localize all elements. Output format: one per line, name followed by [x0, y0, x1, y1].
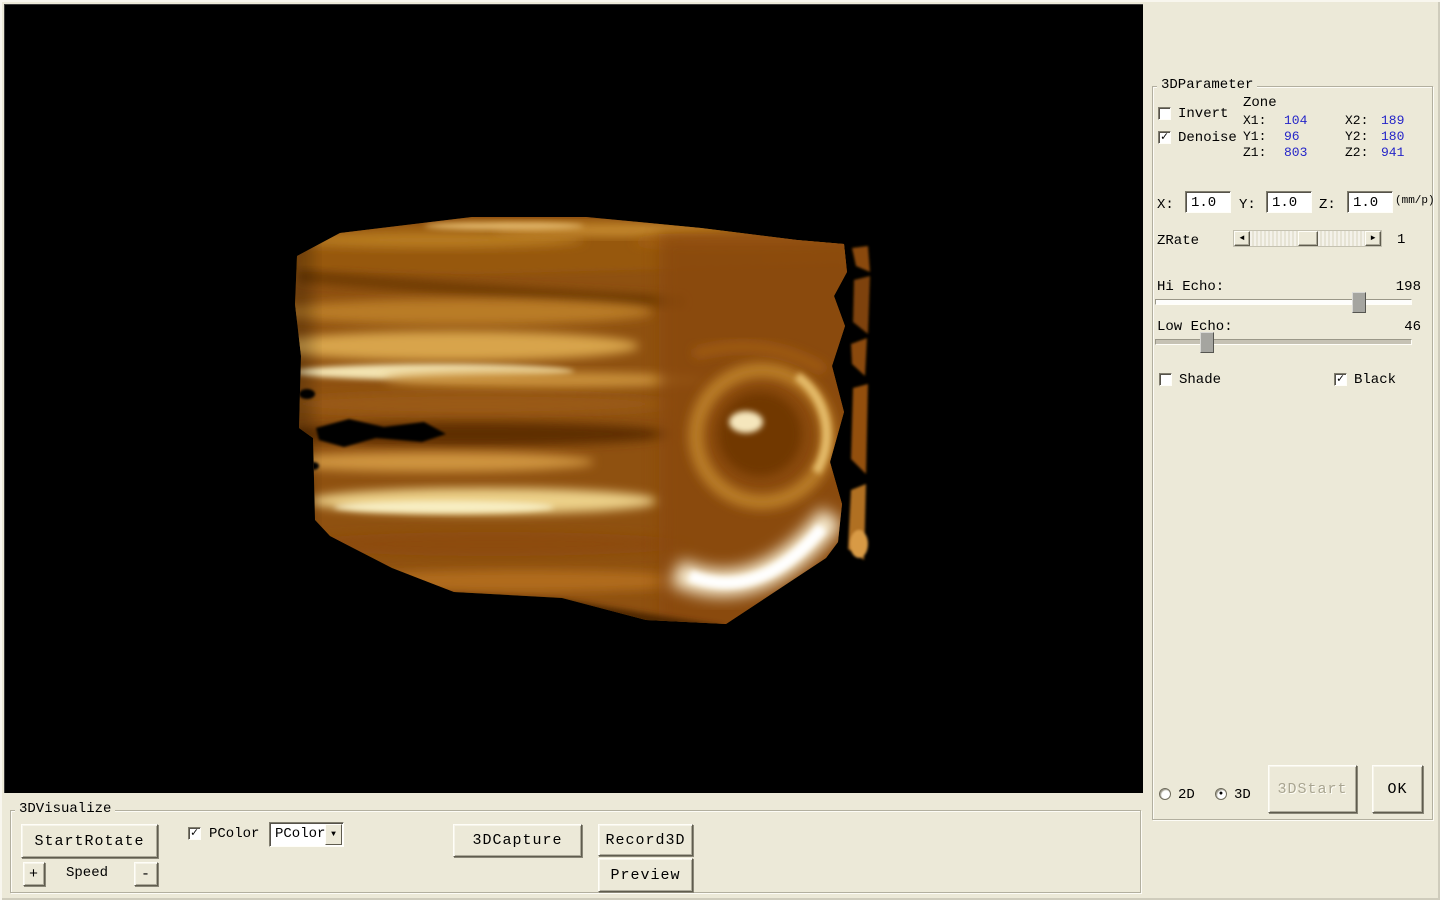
- scale-z-input[interactable]: [1347, 191, 1393, 213]
- black-checkbox[interactable]: ✓: [1334, 373, 1347, 386]
- scale-y-label: Y:: [1239, 197, 1256, 213]
- zone-y2-value: 180: [1381, 129, 1404, 144]
- start-3d-button[interactable]: 3DStart: [1268, 765, 1357, 813]
- zone-z1-value: 803: [1284, 145, 1307, 160]
- mode-2d-label: 2D: [1178, 787, 1195, 803]
- parameter-group-title: 3DParameter: [1157, 77, 1257, 93]
- zone-x2-value: 189: [1381, 113, 1404, 128]
- hi-echo-slider-track[interactable]: [1155, 299, 1412, 305]
- parameter-groupbox: 3DParameter Invert ✓ Denoise Zone X1: 10…: [1152, 86, 1433, 820]
- scale-y-input[interactable]: [1266, 191, 1312, 213]
- denoise-checkbox[interactable]: ✓: [1158, 131, 1171, 144]
- mode-2d-radio[interactable]: [1159, 788, 1171, 800]
- shade-label: Shade: [1179, 372, 1221, 388]
- scale-unit-label: (mm/p): [1395, 195, 1435, 207]
- pcolor-select[interactable]: PColor ▼: [269, 822, 344, 847]
- scale-x-input[interactable]: [1185, 191, 1231, 213]
- low-echo-slider-thumb[interactable]: [1200, 332, 1214, 353]
- zrate-scrollbar-thumb[interactable]: [1298, 231, 1318, 246]
- zone-x2-label: X2:: [1345, 113, 1368, 128]
- shade-checkbox[interactable]: [1159, 373, 1172, 386]
- invert-label: Invert: [1178, 106, 1228, 122]
- speed-minus-button[interactable]: -: [134, 862, 158, 886]
- zrate-value: 1: [1397, 232, 1405, 248]
- visualize-groupbox: 3DVisualize StartRotate + Speed - ✓ PCol…: [10, 810, 1141, 893]
- pcolor-select-value: PColor: [275, 826, 325, 842]
- invert-checkbox[interactable]: [1158, 107, 1171, 120]
- zone-y2-label: Y2:: [1345, 129, 1368, 144]
- visualize-group-title: 3DVisualize: [15, 801, 115, 817]
- hi-echo-value: 198: [1389, 279, 1421, 295]
- mode-3d-label: 3D: [1234, 787, 1251, 803]
- speed-plus-button[interactable]: +: [23, 862, 45, 886]
- zrate-right-arrow-icon[interactable]: ►: [1365, 231, 1381, 246]
- zone-x1-value: 104: [1284, 113, 1307, 128]
- zone-y1-value: 96: [1284, 129, 1300, 144]
- capture-3d-button[interactable]: 3DCapture: [453, 824, 582, 857]
- record-3d-button[interactable]: Record3D: [598, 824, 693, 856]
- low-echo-slider-track[interactable]: [1155, 339, 1412, 345]
- zone-z2-value: 941: [1381, 145, 1404, 160]
- zrate-label: ZRate: [1157, 233, 1199, 249]
- pcolor-dropdown-arrow-icon[interactable]: ▼: [325, 824, 342, 845]
- low-echo-value: 46: [1389, 319, 1421, 335]
- zone-y1-label: Y1:: [1243, 129, 1266, 144]
- mode-3d-radio[interactable]: ●: [1215, 788, 1227, 800]
- speed-label: Speed: [66, 865, 108, 881]
- preview-button[interactable]: Preview: [598, 858, 693, 892]
- volume-render-3d: [4, 4, 1143, 793]
- pcolor-checkbox[interactable]: ✓: [188, 827, 201, 840]
- zrate-scrollbar[interactable]: ◄ ►: [1233, 230, 1382, 247]
- hi-echo-slider-thumb[interactable]: [1352, 292, 1366, 313]
- denoise-label: Denoise: [1178, 130, 1237, 146]
- scale-z-label: Z:: [1319, 197, 1336, 213]
- app-window: 3DParameter Invert ✓ Denoise Zone X1: 10…: [0, 0, 1440, 900]
- zone-z1-label: Z1:: [1243, 145, 1266, 160]
- pcolor-label: PColor: [209, 826, 259, 842]
- ok-button[interactable]: OK: [1372, 765, 1423, 813]
- zone-title: Zone: [1243, 95, 1277, 111]
- zrate-left-arrow-icon[interactable]: ◄: [1234, 231, 1250, 246]
- zone-z2-label: Z2:: [1345, 145, 1368, 160]
- render-viewport-3d[interactable]: [4, 4, 1143, 793]
- scale-x-label: X:: [1157, 197, 1174, 213]
- hi-echo-label: Hi Echo:: [1157, 279, 1224, 295]
- black-label: Black: [1354, 372, 1396, 388]
- low-echo-label: Low Echo:: [1157, 319, 1233, 335]
- zone-x1-label: X1:: [1243, 113, 1266, 128]
- start-rotate-button[interactable]: StartRotate: [21, 824, 158, 858]
